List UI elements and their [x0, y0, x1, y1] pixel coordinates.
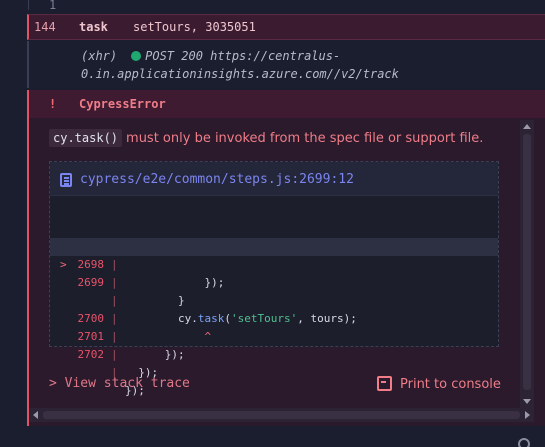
xhr-status: POST 200 — [145, 49, 203, 63]
previous-command-partial: 143 log 1 — [28, 0, 545, 12]
file-icon — [60, 173, 72, 187]
code-frame-header: cypress/e2e/common/steps.js:2699:12 — [50, 162, 498, 196]
code-line: 2697 | }); — [50, 202, 498, 289]
print-to-console-button[interactable]: Print to console — [377, 376, 501, 392]
xhr-label: (xhr) — [81, 49, 118, 63]
code-frame: cypress/e2e/common/steps.js:2699:12 2697… — [49, 161, 499, 397]
scrollbar-thumb[interactable] — [43, 411, 520, 419]
error-message: cy.task() must only be invoked from the s… — [49, 129, 484, 147]
error-header: ! CypressError — [29, 90, 545, 118]
error-title: CypressError — [79, 97, 166, 111]
horizontal-scrollbar[interactable] — [29, 408, 534, 422]
line-gutter: | — [111, 330, 118, 343]
line-text: ^ — [125, 328, 211, 346]
command-row-task[interactable]: 144 task setTours, 3035051 — [27, 14, 545, 40]
scroll-down-icon[interactable] — [523, 399, 531, 404]
error-panel: ! CypressError cy.task() must only be inv… — [27, 90, 545, 426]
error-message-text: must only be invoked from the spec file … — [126, 131, 484, 146]
command-number: 144 — [34, 20, 56, 34]
code-line: 2698 | } — [50, 220, 498, 307]
line-number: 2702 — [77, 348, 105, 361]
scroll-up-icon[interactable] — [523, 124, 531, 129]
code-snippet: 2697 | }); 2698 | } > 2699 | cy.task('se… — [50, 202, 498, 397]
xhr-url-start: https://centralus- — [210, 49, 341, 63]
error-code-label: cy.task() — [49, 129, 123, 147]
error-icon: ! — [49, 97, 57, 111]
scroll-left-icon[interactable] — [33, 411, 38, 419]
code-line: 2702 | }); — [50, 310, 498, 397]
xhr-log-entry[interactable]: (xhr) POST 200 https://centralus- 0.in.ap… — [27, 41, 545, 88]
code-line-caret: | ^ — [50, 256, 498, 343]
command-name: task — [79, 20, 108, 34]
status-dot-icon — [131, 51, 142, 61]
command-message: setTours, 3035051 — [133, 20, 256, 34]
xhr-line: (xhr) POST 200 https://centralus- — [81, 49, 340, 63]
file-link[interactable]: cypress/e2e/common/steps.js:2699:12 — [80, 172, 354, 187]
scroll-right-icon[interactable] — [525, 411, 530, 419]
circle-icon — [518, 438, 530, 447]
console-icon — [377, 376, 392, 391]
line-gutter: | — [111, 348, 118, 361]
code-line: 2701 | }); — [50, 292, 498, 379]
code-line-highlighted: > 2699 | cy.task('setTours', tours); — [50, 238, 498, 325]
caret-indicator: ^ — [125, 330, 212, 343]
vertical-scrollbar[interactable] — [520, 120, 534, 408]
scrollbar-thumb[interactable] — [523, 134, 531, 390]
code-line: 2700 | }); — [50, 274, 498, 361]
view-stack-trace-button[interactable]: > View stack trace — [49, 376, 190, 391]
line-text: }); — [125, 348, 185, 361]
print-label: Print to console — [400, 377, 501, 392]
xhr-url-continued: 0.in.applicationinsights.azure.com//v2/t… — [81, 67, 399, 81]
